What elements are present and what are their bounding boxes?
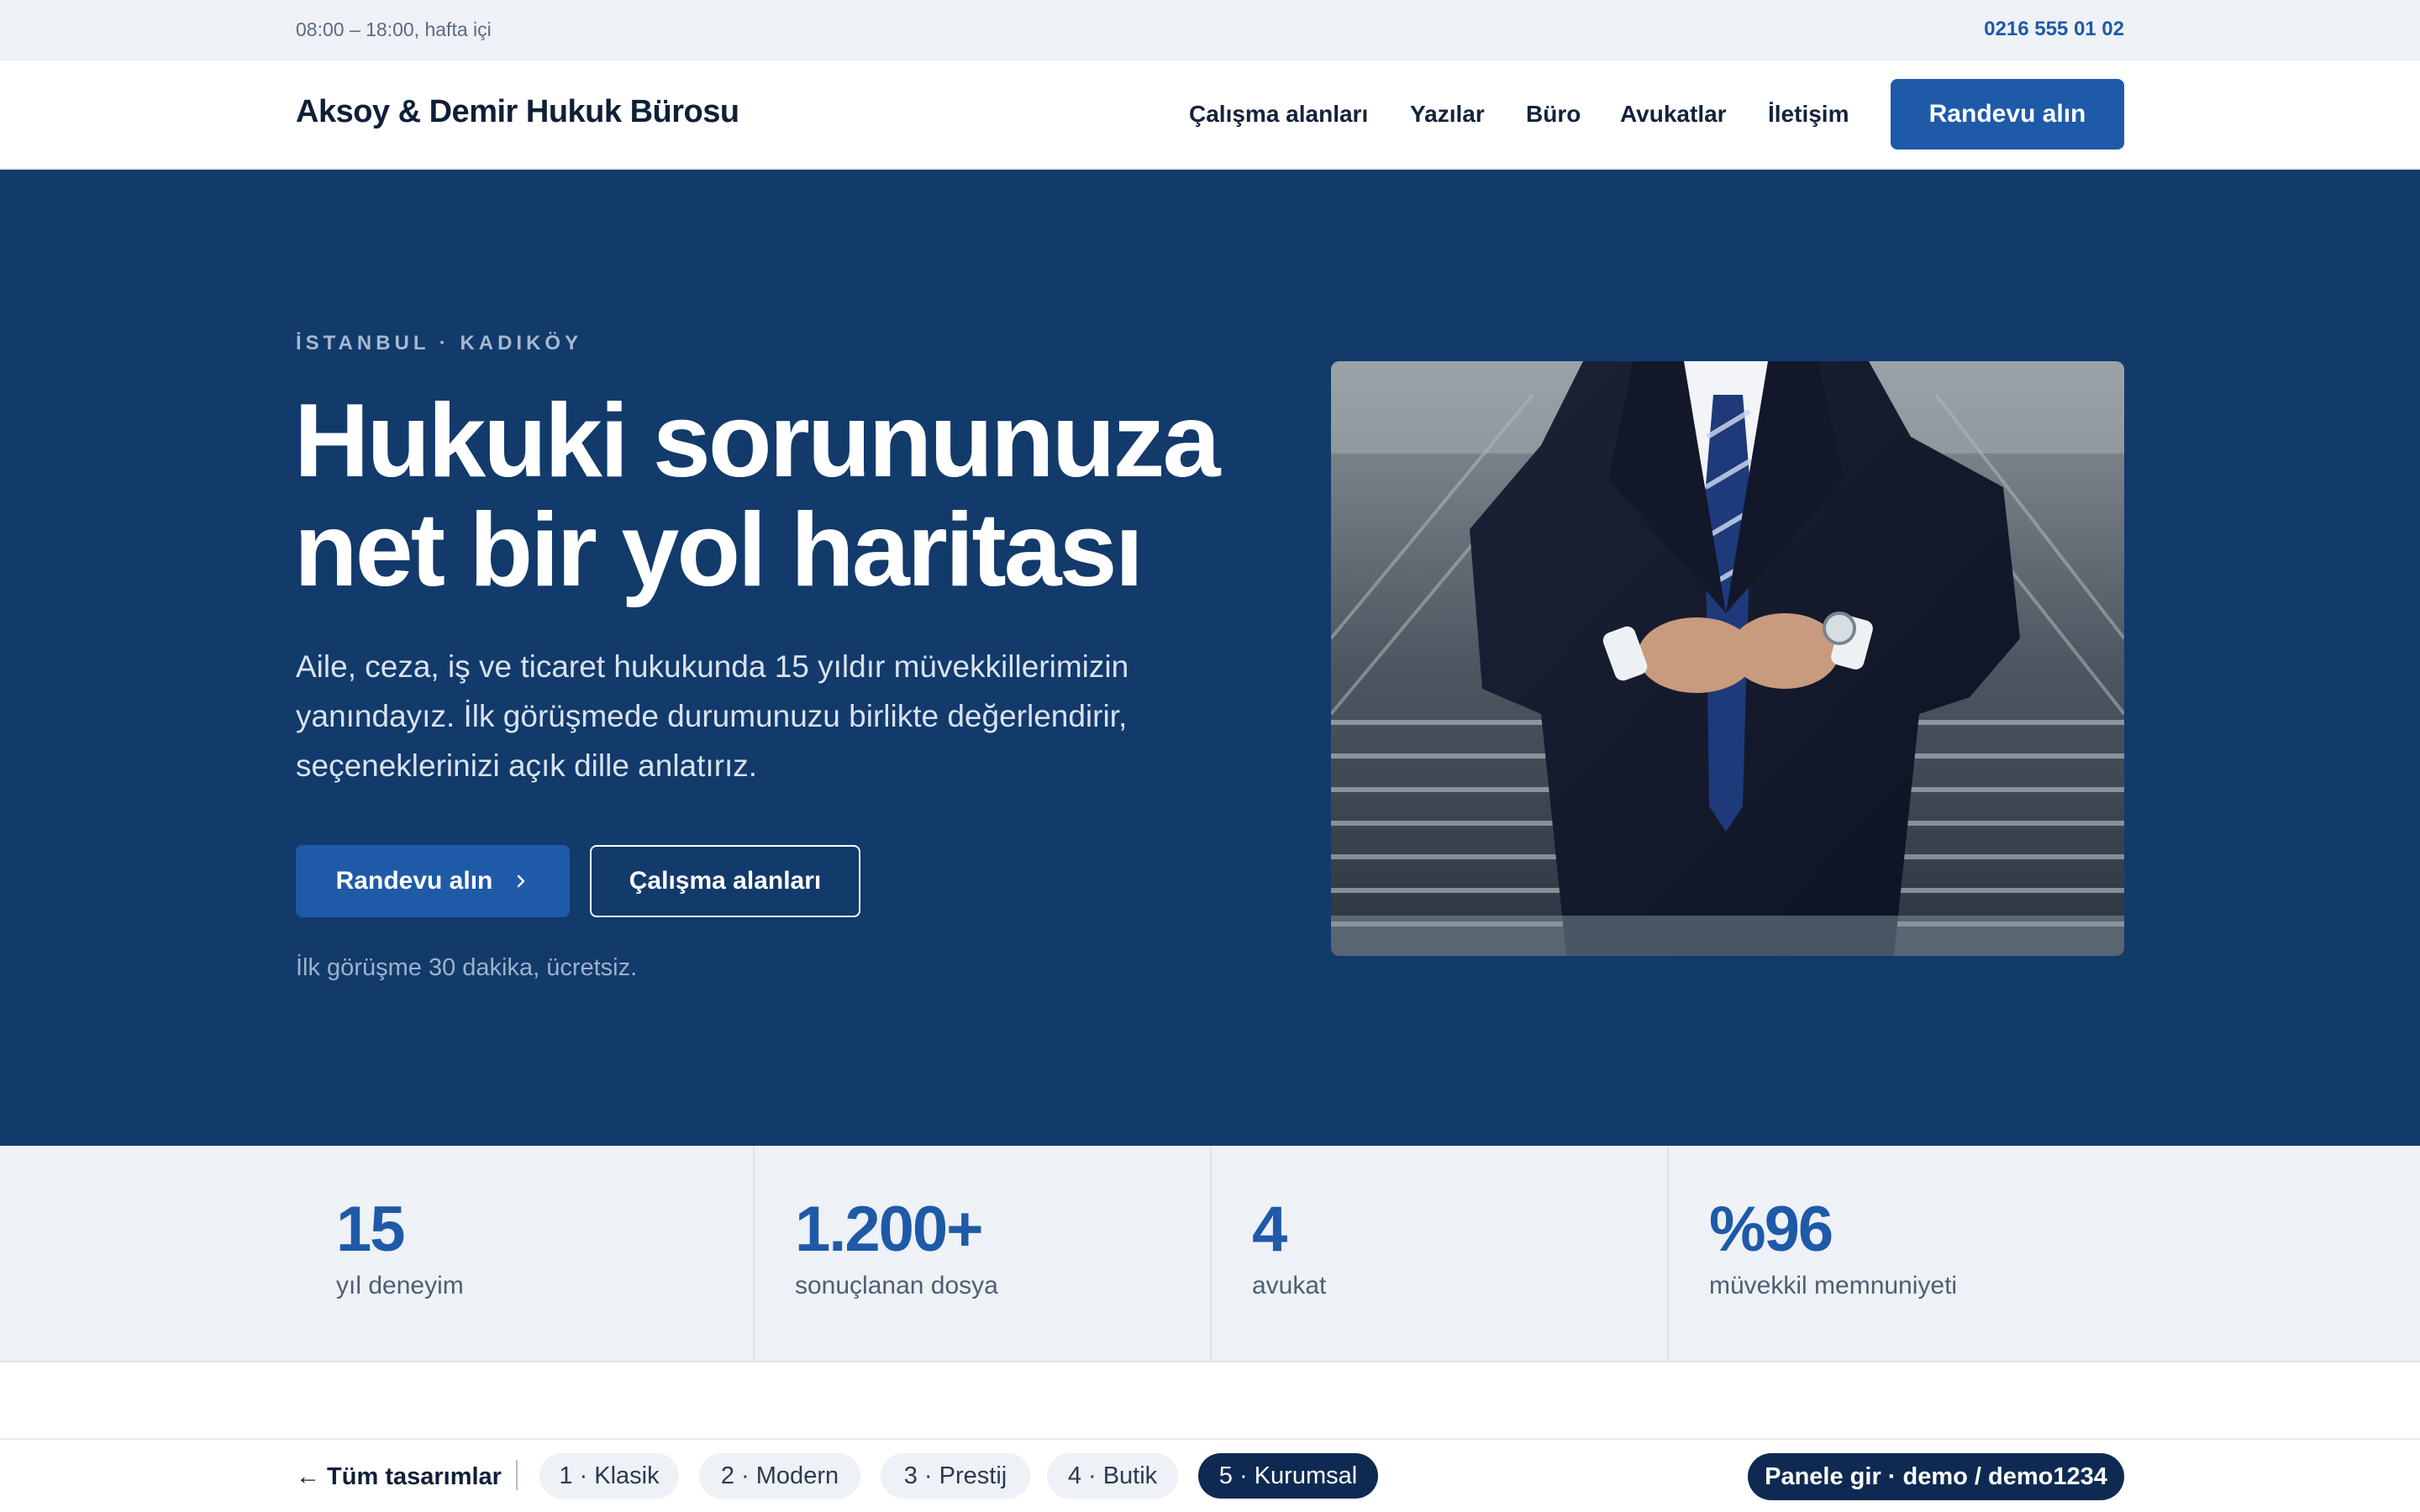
headline-line: net bir yol haritası [294,492,1144,608]
design-pill-boutique[interactable]: 4 · Butik [1047,1453,1178,1499]
hero-location: İSTANBUL · KADIKÖY [296,332,583,354]
panel-login-button[interactable]: Panele gir · demo / demo1234 [1748,1453,2124,1500]
hero-appointment-button[interactable]: Randevu alın [296,845,570,917]
description-line: seçeneklerinizi açık dille anlatırız. [296,748,758,783]
chevron-right-icon [518,874,525,888]
stat-value: 15 [336,1194,406,1265]
stat-value: 4 [1252,1194,1287,1265]
stat-label: sonuçlanan dosya [795,1272,998,1299]
top-info-bar: 08:00 – 18:00, hafta içi 0216 555 01 02 [0,0,2420,60]
header-appointment-button[interactable]: Randevu alın [1891,79,2124,150]
headline-line: Hukuki sorununuza [294,383,1221,499]
nav-articles[interactable]: Yazılar [1410,101,1485,128]
description-line: Aile, ceza, iş ve ticaret hukukunda 15 y… [296,649,1129,684]
site-header: Aksoy & Demir Hukuk Bürosu Çalışma alanl… [0,60,2420,170]
divider [516,1460,518,1490]
all-designs-link[interactable]: ← Tüm tasarımlar [296,1463,502,1491]
stat-cases: 1.200+ sonuçlanan dosya [753,1146,1210,1361]
design-pill-prestige[interactable]: 3 · Prestij [881,1453,1030,1499]
stat-label: avukat [1252,1272,1327,1299]
brand-logo[interactable]: Aksoy & Demir Hukuk Bürosu [296,94,739,130]
stat-label: müvekkil memnuniyeti [1709,1272,1958,1299]
businessman-photo [1331,361,2124,956]
phone-link[interactable]: 0216 555 01 02 [1984,18,2124,41]
free-consultation-note: İlk görüşme 30 dakika, ücretsiz. [296,954,638,981]
nav-lawyers[interactable]: Avukatlar [1620,101,1727,128]
design-pill-classic[interactable]: 1 · Klasik [539,1453,679,1499]
businessman-illustration [1331,361,2124,956]
hero-headline: Hukuki sorununuza net bir yol haritası [294,386,1302,605]
stat-experience: 15 yıl deneyim [296,1146,753,1361]
stat-value: %96 [1709,1194,1833,1265]
design-switcher-bar: ← Tüm tasarımlar 1 · Klasik 2 · Modern 3… [0,1438,2420,1512]
hero-practice-areas-button[interactable]: Çalışma alanları [590,845,860,917]
hero-appointment-label: Randevu alın [335,867,493,895]
stat-lawyers: 4 avukat [1210,1146,1667,1361]
hero-description: Aile, ceza, iş ve ticaret hukukunda 15 y… [296,642,1220,790]
stats-strip: 15 yıl deneyim 1.200+ sonuçlanan dosya 4… [0,1146,2420,1362]
nav-practice-areas[interactable]: Çalışma alanları [1189,101,1368,128]
design-pill-modern[interactable]: 2 · Modern [699,1453,860,1499]
nav-contact[interactable]: İletişim [1768,101,1849,128]
hero-section: İSTANBUL · KADIKÖY Hukuki sorununuza net… [0,170,2420,1146]
design-pill-corporate[interactable]: 5 · Kurumsal [1198,1453,1378,1499]
stat-label: yıl deneyim [336,1272,464,1299]
office-hours: 08:00 – 18:00, hafta içi [296,18,492,40]
stat-value: 1.200+ [795,1194,984,1265]
nav-office[interactable]: Büro [1526,101,1581,128]
description-line: yanındayız. İlk görüşmede durumunuzu bir… [296,699,1128,733]
stat-satisfaction: %96 müvekkil memnuniyeti [1667,1146,2124,1361]
